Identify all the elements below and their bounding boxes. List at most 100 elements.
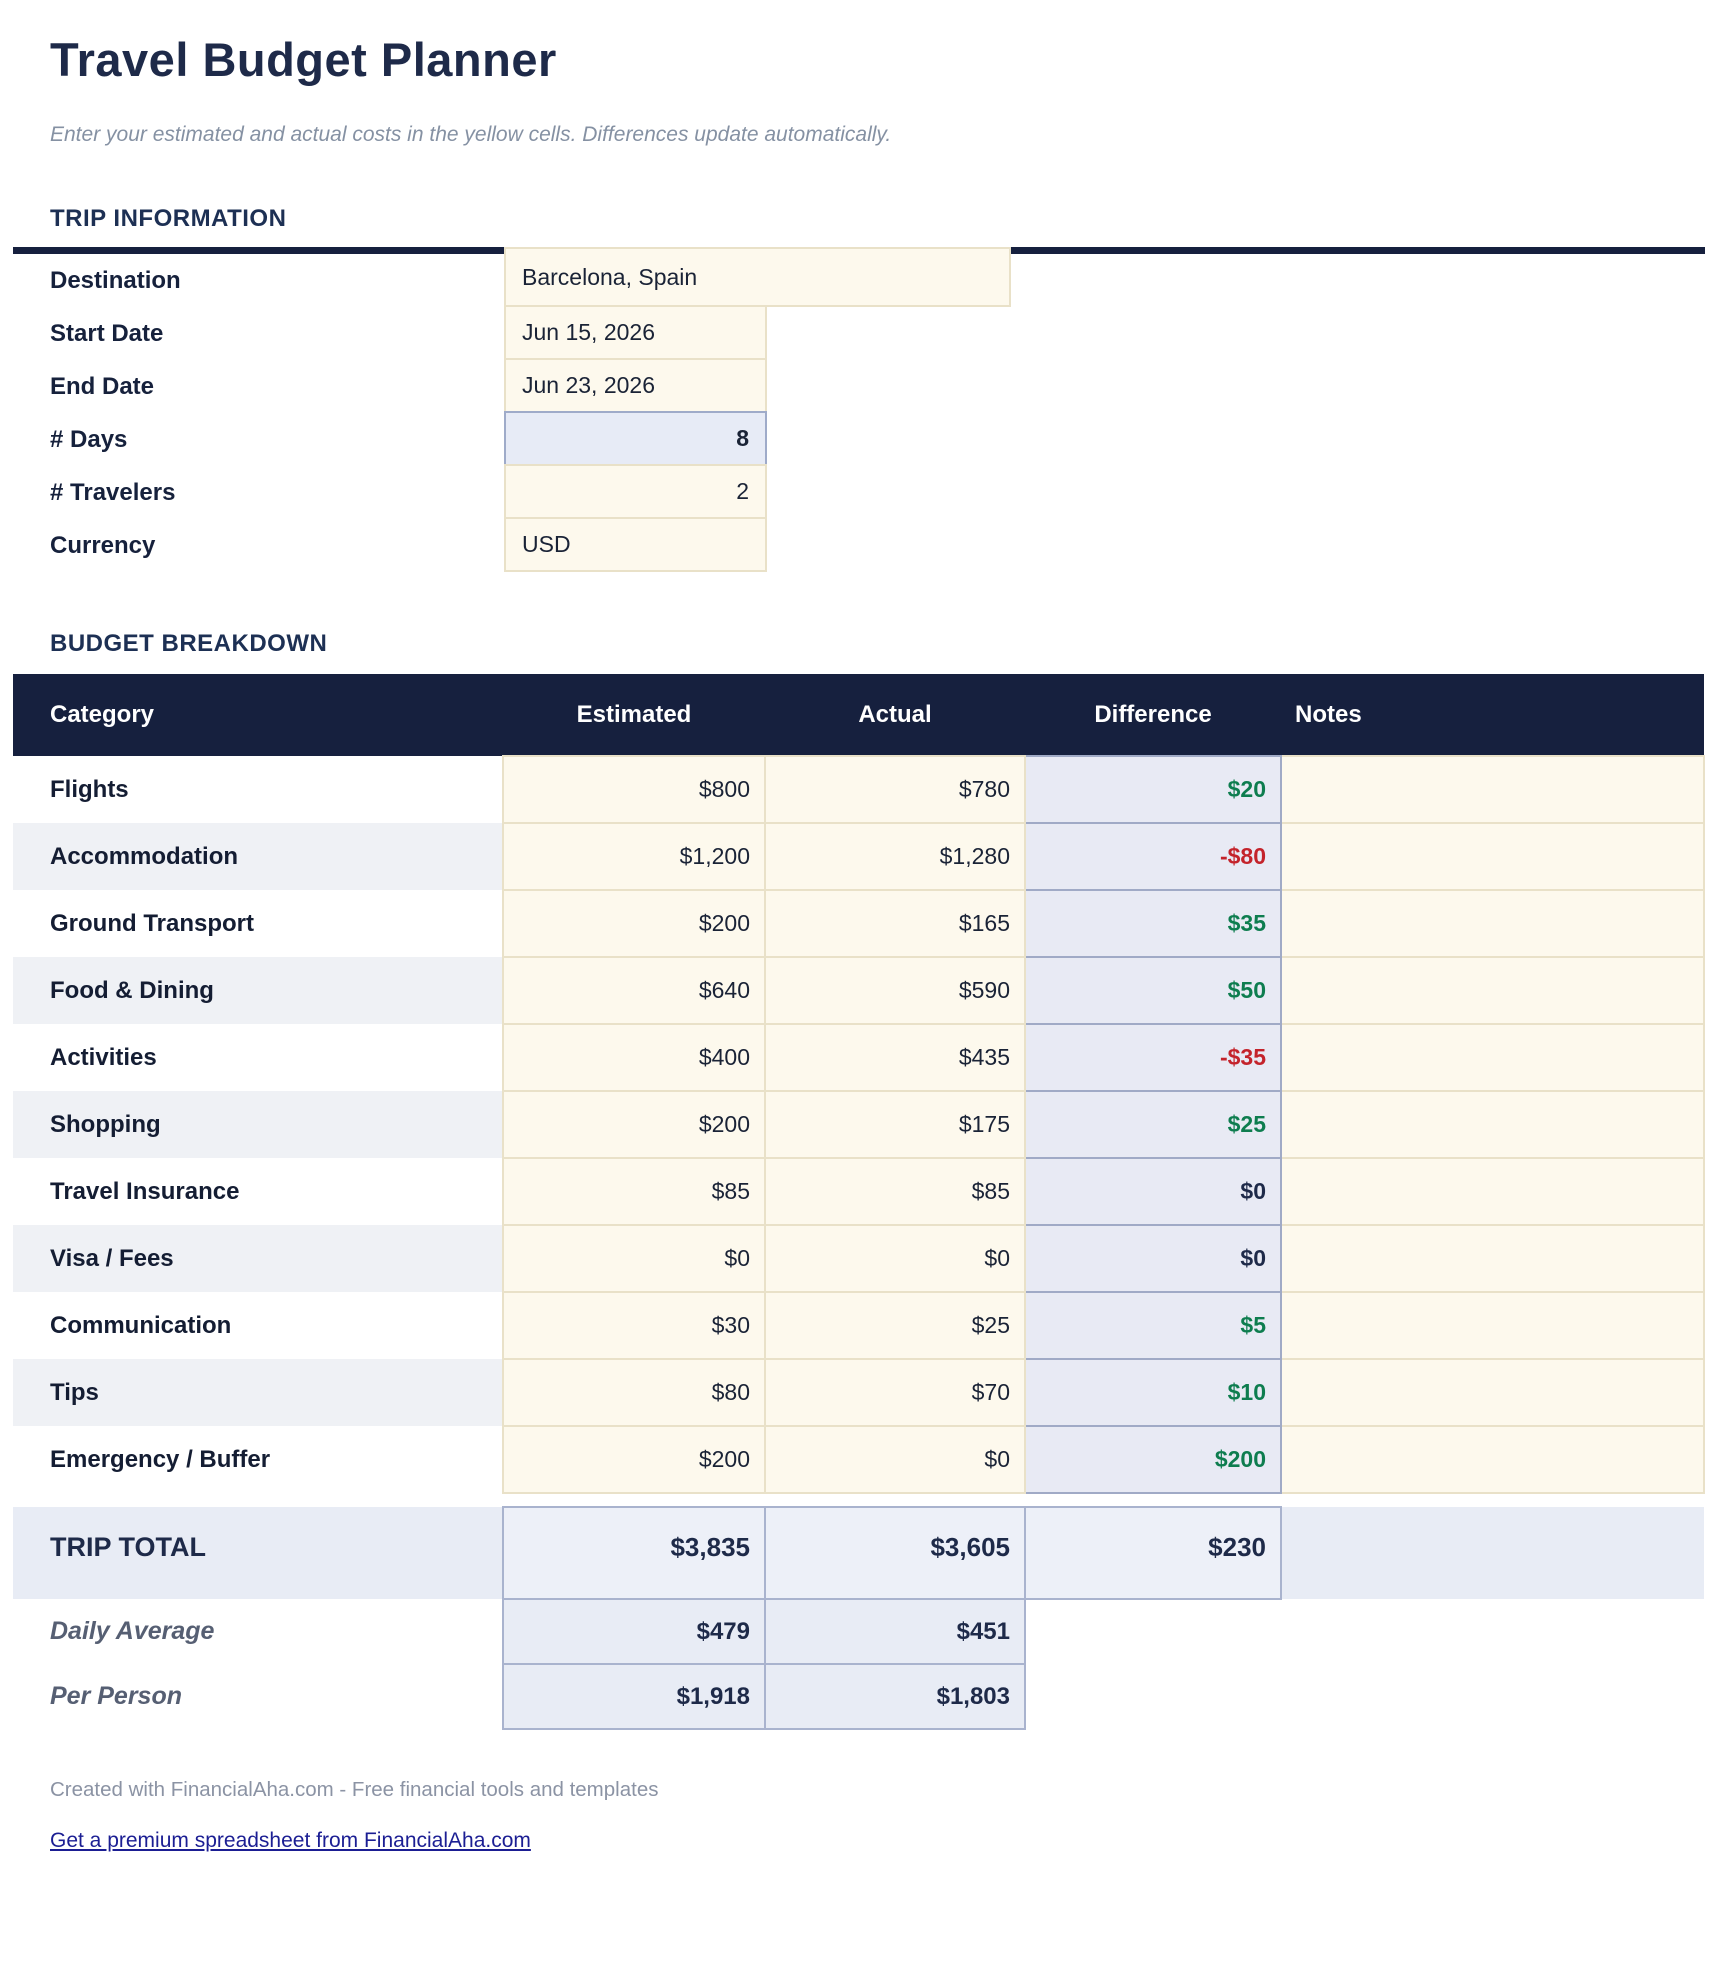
estimated-cell[interactable]: $200 bbox=[503, 1091, 765, 1158]
category-cell: Accommodation bbox=[13, 823, 503, 890]
difference-cell: $25 bbox=[1025, 1091, 1281, 1158]
category-cell: Travel Insurance bbox=[13, 1158, 503, 1225]
page-title: Travel Budget Planner bbox=[50, 32, 1705, 87]
estimated-cell[interactable]: $640 bbox=[503, 957, 765, 1024]
difference-cell: -$80 bbox=[1025, 823, 1281, 890]
per-person-row: Per Person $1,918 $1,803 bbox=[13, 1664, 1704, 1729]
actual-cell[interactable]: $590 bbox=[765, 957, 1025, 1024]
estimated-cell[interactable]: $200 bbox=[503, 1426, 765, 1493]
notes-cell[interactable] bbox=[1281, 890, 1704, 957]
trip-field-num-days: # Days 8 bbox=[13, 413, 1705, 466]
budget-table: Category Estimated Actual Difference Not… bbox=[13, 674, 1705, 1730]
num-travelers-label: # Travelers bbox=[13, 466, 504, 519]
budget-breakdown-heading: BUDGET BREAKDOWN bbox=[50, 630, 1705, 658]
trip-total-label: TRIP TOTAL bbox=[13, 1507, 503, 1599]
budget-row: Accommodation $1,200 $1,280 -$80 bbox=[13, 823, 1704, 890]
category-cell: Emergency / Buffer bbox=[13, 1426, 503, 1493]
notes-cell[interactable] bbox=[1281, 1225, 1704, 1292]
trip-total-difference-cell: $230 bbox=[1025, 1507, 1281, 1599]
estimated-cell[interactable]: $30 bbox=[503, 1292, 765, 1359]
difference-cell: $200 bbox=[1025, 1426, 1281, 1493]
column-header-notes: Notes bbox=[1281, 674, 1704, 756]
difference-cell: $35 bbox=[1025, 890, 1281, 957]
trip-information-form: Destination Barcelona, Spain Start Date … bbox=[13, 254, 1705, 572]
actual-cell[interactable]: $1,280 bbox=[765, 823, 1025, 890]
budget-row: Activities $400 $435 -$35 bbox=[13, 1024, 1704, 1091]
actual-cell[interactable]: $435 bbox=[765, 1024, 1025, 1091]
notes-cell[interactable] bbox=[1281, 756, 1704, 823]
estimated-cell[interactable]: $400 bbox=[503, 1024, 765, 1091]
per-person-actual-cell: $1,803 bbox=[765, 1664, 1025, 1729]
budget-row: Flights $800 $780 $20 bbox=[13, 756, 1704, 823]
estimated-cell[interactable]: $0 bbox=[503, 1225, 765, 1292]
budget-row: Emergency / Buffer $200 $0 $200 bbox=[13, 1426, 1704, 1493]
notes-cell[interactable] bbox=[1281, 1292, 1704, 1359]
footer-credit: Created with FinancialAha.com - Free fin… bbox=[50, 1778, 1705, 1802]
end-date-label: End Date bbox=[13, 360, 504, 413]
empty-cell bbox=[1025, 1599, 1281, 1664]
column-header-difference: Difference bbox=[1025, 674, 1281, 756]
category-cell: Food & Dining bbox=[13, 957, 503, 1024]
trip-information-heading: TRIP INFORMATION bbox=[50, 205, 1705, 233]
trip-total-band bbox=[1281, 1507, 1704, 1599]
actual-cell[interactable]: $85 bbox=[765, 1158, 1025, 1225]
difference-cell: $10 bbox=[1025, 1359, 1281, 1426]
currency-label: Currency bbox=[13, 519, 504, 572]
budget-row: Ground Transport $200 $165 $35 bbox=[13, 890, 1704, 957]
trip-field-end-date: End Date Jun 23, 2026 bbox=[13, 360, 1705, 413]
page-subtitle: Enter your estimated and actual costs in… bbox=[50, 123, 1705, 147]
actual-cell[interactable]: $780 bbox=[765, 756, 1025, 823]
difference-cell: $0 bbox=[1025, 1158, 1281, 1225]
budget-row: Travel Insurance $85 $85 $0 bbox=[13, 1158, 1704, 1225]
budget-row: Food & Dining $640 $590 $50 bbox=[13, 957, 1704, 1024]
category-cell: Ground Transport bbox=[13, 890, 503, 957]
num-days-value-cell: 8 bbox=[504, 411, 767, 466]
per-person-label: Per Person bbox=[13, 1664, 503, 1729]
trip-total-row: TRIP TOTAL $3,835 $3,605 $230 bbox=[13, 1507, 1704, 1599]
trip-total-estimated-cell: $3,835 bbox=[503, 1507, 765, 1599]
destination-value-cell[interactable]: Barcelona, Spain bbox=[504, 247, 1011, 307]
notes-cell[interactable] bbox=[1281, 1426, 1704, 1493]
actual-cell[interactable]: $70 bbox=[765, 1359, 1025, 1426]
notes-cell[interactable] bbox=[1281, 1024, 1704, 1091]
budget-row: Shopping $200 $175 $25 bbox=[13, 1091, 1704, 1158]
trip-field-currency: Currency USD bbox=[13, 519, 1705, 572]
category-cell: Communication bbox=[13, 1292, 503, 1359]
daily-average-label: Daily Average bbox=[13, 1599, 503, 1664]
difference-cell: -$35 bbox=[1025, 1024, 1281, 1091]
num-travelers-value-cell[interactable]: 2 bbox=[504, 464, 767, 519]
difference-cell: $50 bbox=[1025, 957, 1281, 1024]
currency-value-cell[interactable]: USD bbox=[504, 517, 767, 572]
start-date-value-cell[interactable]: Jun 15, 2026 bbox=[504, 305, 767, 360]
notes-cell[interactable] bbox=[1281, 1359, 1704, 1426]
premium-spreadsheet-link[interactable]: Get a premium spreadsheet from Financial… bbox=[50, 1829, 531, 1853]
actual-cell[interactable]: $175 bbox=[765, 1091, 1025, 1158]
notes-cell[interactable] bbox=[1281, 1091, 1704, 1158]
actual-cell[interactable]: $165 bbox=[765, 890, 1025, 957]
actual-cell[interactable]: $0 bbox=[765, 1426, 1025, 1493]
column-header-category: Category bbox=[13, 674, 503, 756]
actual-cell[interactable]: $0 bbox=[765, 1225, 1025, 1292]
difference-cell: $0 bbox=[1025, 1225, 1281, 1292]
notes-cell[interactable] bbox=[1281, 957, 1704, 1024]
category-cell: Activities bbox=[13, 1024, 503, 1091]
category-cell: Visa / Fees bbox=[13, 1225, 503, 1292]
estimated-cell[interactable]: $80 bbox=[503, 1359, 765, 1426]
trip-field-destination: Destination Barcelona, Spain bbox=[13, 254, 1705, 307]
notes-cell[interactable] bbox=[1281, 823, 1704, 890]
budget-header-row: Category Estimated Actual Difference Not… bbox=[13, 674, 1704, 756]
estimated-cell[interactable]: $1,200 bbox=[503, 823, 765, 890]
num-days-label: # Days bbox=[13, 413, 504, 466]
trip-total-actual-cell: $3,605 bbox=[765, 1507, 1025, 1599]
estimated-cell[interactable]: $800 bbox=[503, 756, 765, 823]
estimated-cell[interactable]: $200 bbox=[503, 890, 765, 957]
budget-row: Visa / Fees $0 $0 $0 bbox=[13, 1225, 1704, 1292]
column-header-estimated: Estimated bbox=[503, 674, 765, 756]
start-date-label: Start Date bbox=[13, 307, 504, 360]
estimated-cell[interactable]: $85 bbox=[503, 1158, 765, 1225]
actual-cell[interactable]: $25 bbox=[765, 1292, 1025, 1359]
category-cell: Tips bbox=[13, 1359, 503, 1426]
trip-field-num-travelers: # Travelers 2 bbox=[13, 466, 1705, 519]
end-date-value-cell[interactable]: Jun 23, 2026 bbox=[504, 358, 767, 413]
notes-cell[interactable] bbox=[1281, 1158, 1704, 1225]
